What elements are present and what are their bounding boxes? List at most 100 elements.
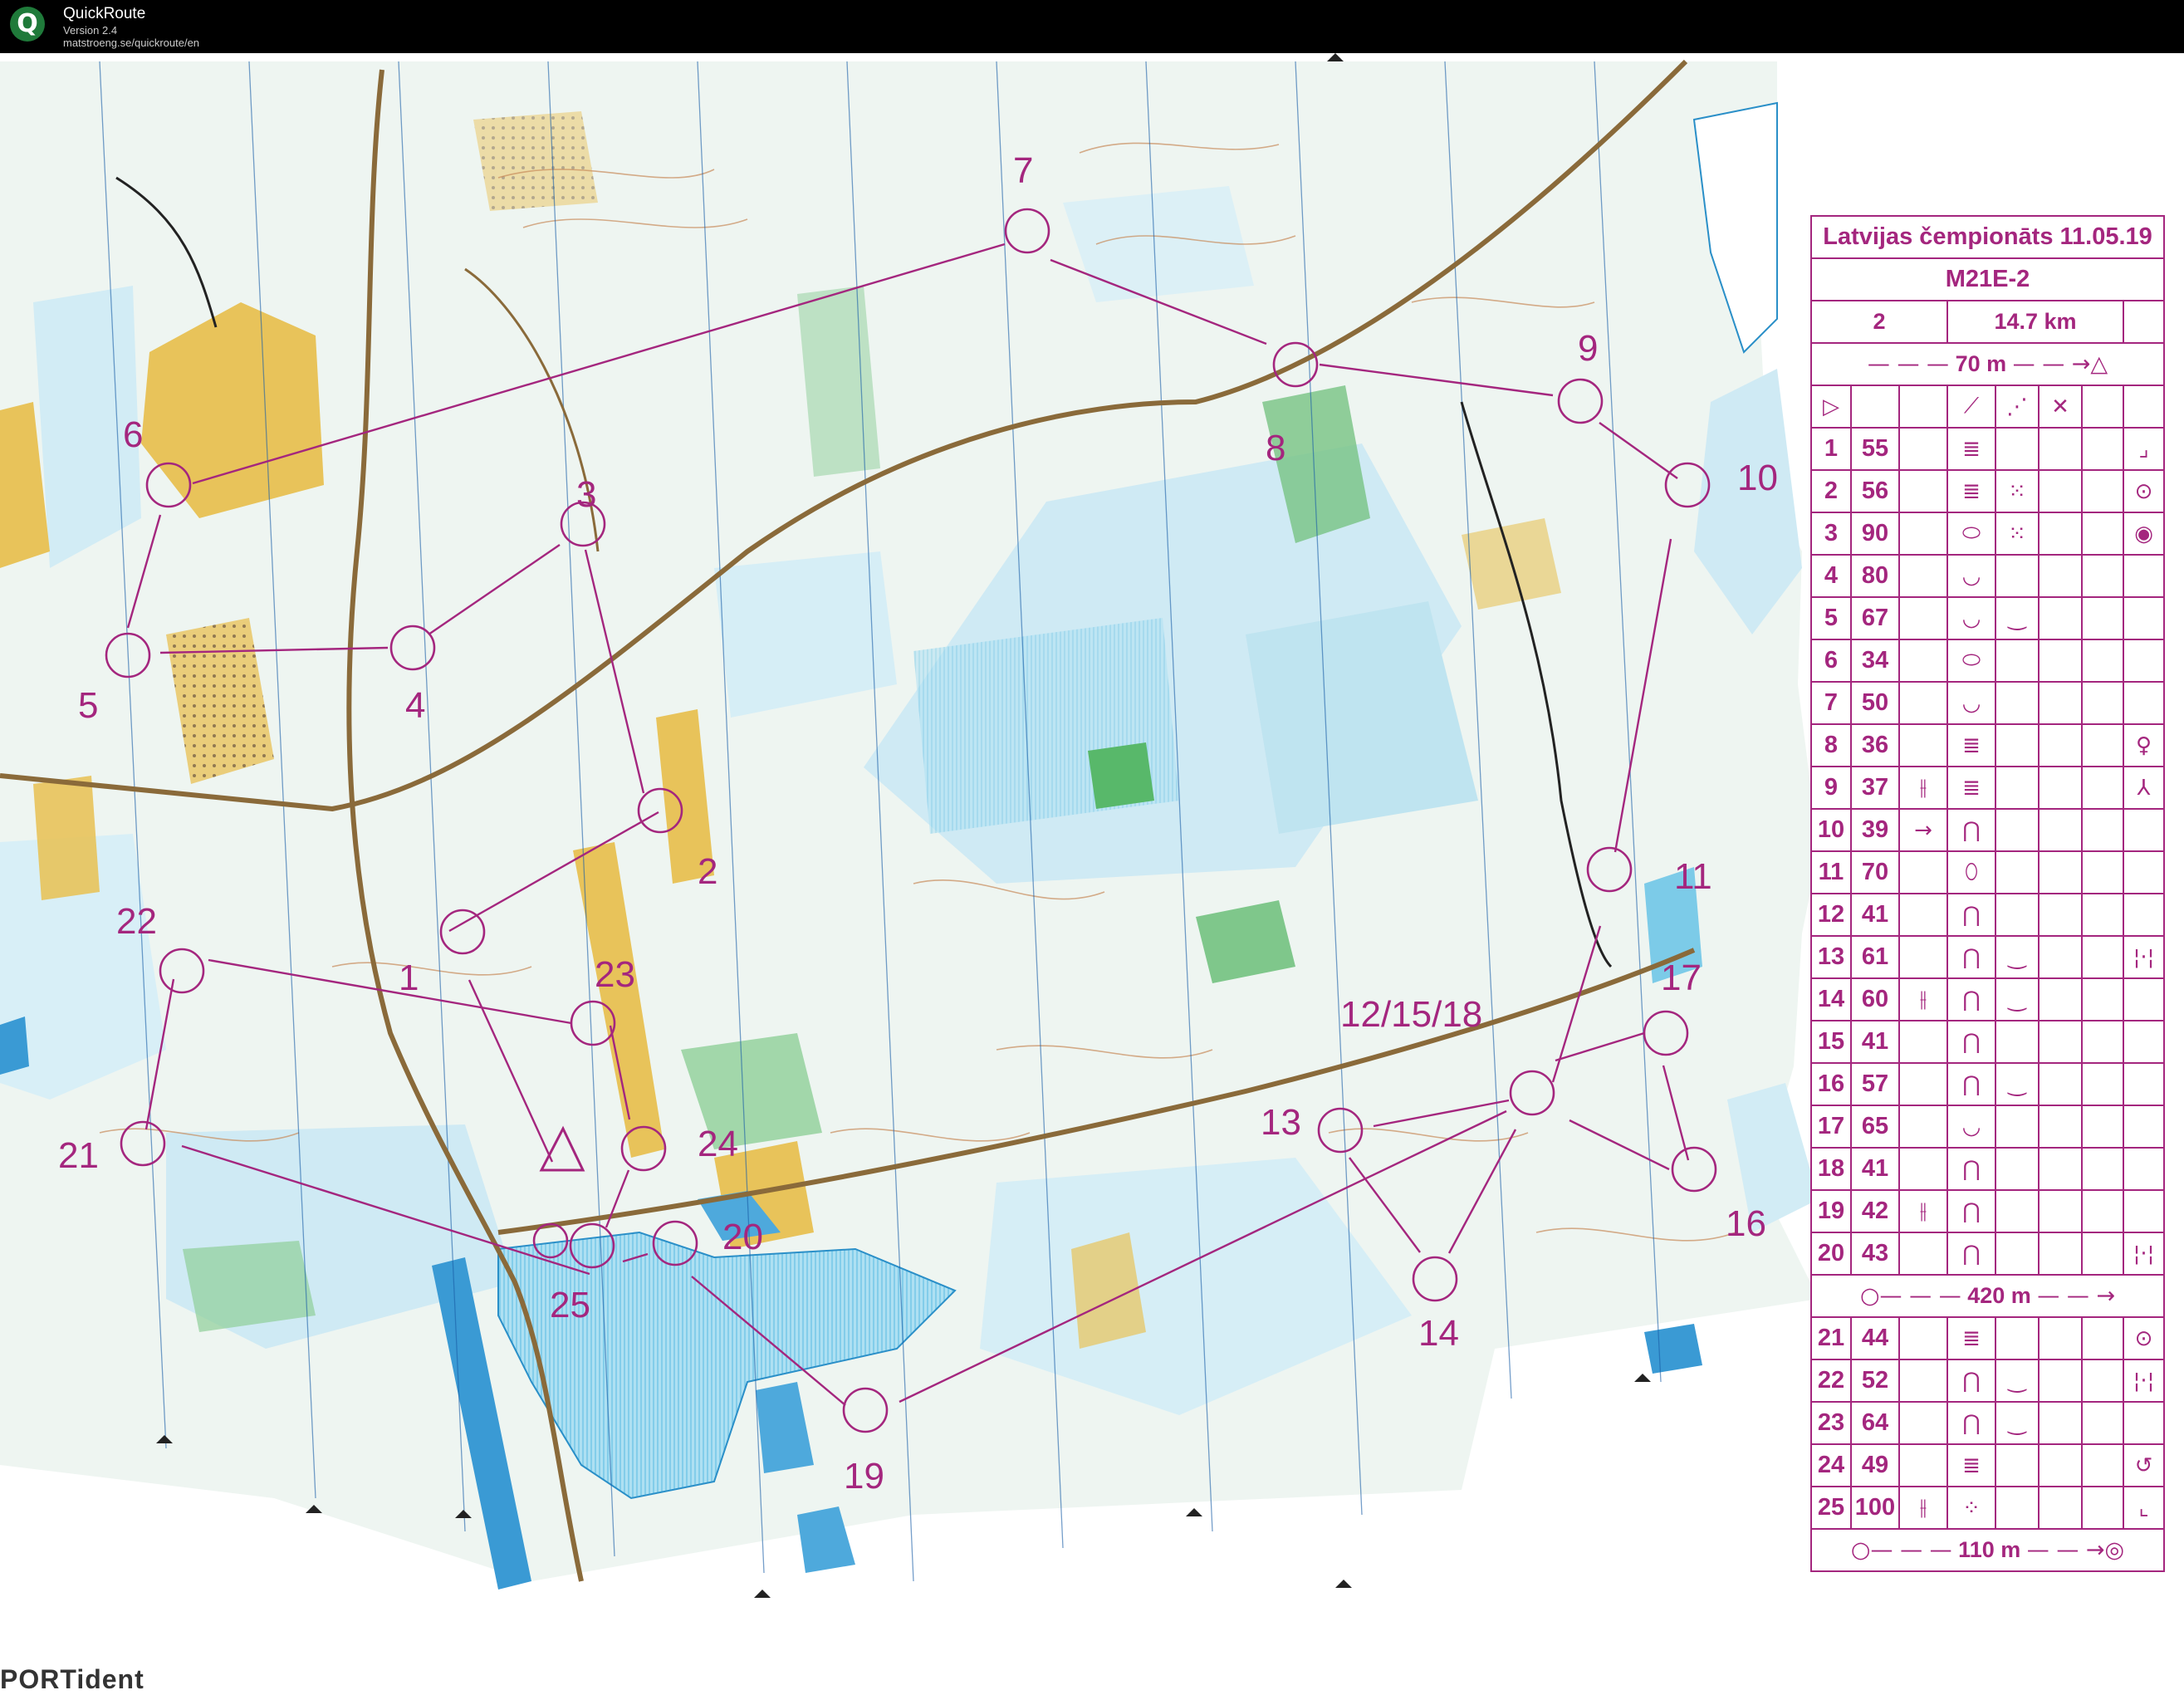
control-symbol: ⌞ xyxy=(2122,1486,2166,1530)
control-symbol: ◡ xyxy=(1947,681,1996,725)
tape-arrow-icon: — — →△ xyxy=(2012,351,2108,377)
control-label-3: 3 xyxy=(576,474,596,515)
control-symbol xyxy=(2081,639,2124,683)
control-symbol xyxy=(1898,512,1948,556)
app-url: matstroeng.se/quickroute/en xyxy=(63,37,200,49)
control-symbol xyxy=(2122,893,2166,937)
control-label-23: 23 xyxy=(595,954,635,995)
control-symbol: ‿ xyxy=(1995,596,2040,640)
control-label-16: 16 xyxy=(1726,1203,1766,1244)
control-symbol xyxy=(1898,639,1948,683)
control-symbol xyxy=(2122,977,2166,1021)
control-symbol xyxy=(2038,596,2083,640)
control-order: 20 xyxy=(1810,1232,1852,1276)
control-symbol xyxy=(2038,1486,2083,1530)
control-symbol xyxy=(2081,469,2124,513)
course-number: 2 xyxy=(1810,300,1948,344)
control-symbol xyxy=(2038,1401,2083,1445)
control-symbol xyxy=(1995,681,2040,725)
control-symbol: ⋂ xyxy=(1947,1147,1996,1191)
control-code: 64 xyxy=(1850,1401,1900,1445)
control-symbol xyxy=(1995,723,2040,767)
control-row: 15 41 ⋂ xyxy=(1810,1020,2166,1064)
control-order: 22 xyxy=(1810,1359,1852,1403)
control-symbol: ⋂ xyxy=(1947,1062,1996,1106)
control-row: 6 34 ⬭ xyxy=(1810,639,2166,683)
control-label-7: 7 xyxy=(1013,150,1033,191)
control-code: 37 xyxy=(1850,766,1900,810)
finish-tape-distance: 110 m xyxy=(1958,1537,2021,1562)
control-code: 34 xyxy=(1850,639,1900,683)
control-row: 18 41 ⋂ xyxy=(1810,1147,2166,1191)
control-symbol: ⋂ xyxy=(1947,1401,1996,1445)
control-symbol xyxy=(1898,1105,1948,1149)
control-symbol xyxy=(1995,1486,2040,1530)
control-order: 2 xyxy=(1810,469,1852,513)
control-symbol xyxy=(1898,1147,1948,1191)
control-code: 57 xyxy=(1850,1062,1900,1106)
control-symbol xyxy=(1995,1147,2040,1191)
control-order: 18 xyxy=(1810,1147,1852,1191)
control-symbol xyxy=(2038,1443,2083,1487)
control-code: 41 xyxy=(1850,893,1900,937)
control-symbol: ≣ xyxy=(1947,1443,1996,1487)
control-row: 7 50 ◡ xyxy=(1810,681,2166,725)
control-symbol xyxy=(1898,850,1948,894)
control-symbol xyxy=(2081,1147,2124,1191)
control-symbol: ‿ xyxy=(1995,1062,2040,1106)
control-symbol: ¦·¦ xyxy=(2122,1232,2166,1276)
circle-icon: ○— — — xyxy=(1859,1283,1961,1309)
control-label-2: 2 xyxy=(698,851,717,892)
control-code: 41 xyxy=(1850,1147,1900,1191)
start-tape: — — — 70 m — — →△ xyxy=(1809,342,2166,386)
control-symbol xyxy=(2081,1232,2124,1276)
control-order: 25 xyxy=(1810,1486,1852,1530)
control-row: 4 80 ◡ xyxy=(1810,554,2166,598)
control-symbol: ‿ xyxy=(1995,935,2040,979)
control-order: 12 xyxy=(1810,893,1852,937)
control-symbol: ⫲ xyxy=(1898,977,1948,1021)
control-label-19: 19 xyxy=(844,1456,884,1497)
control-symbol xyxy=(2081,1189,2124,1233)
control-symbol xyxy=(2122,639,2166,683)
control-row: 16 57 ⋂ ‿ xyxy=(1810,1062,2166,1106)
control-code: 70 xyxy=(1850,850,1900,894)
symbol-header-row: ▷ ⟋ ⋰ ✕ xyxy=(1810,385,2166,429)
control-symbol: ⋂ xyxy=(1947,1359,1996,1403)
control-row: 8 36 ≣ ♀ xyxy=(1810,723,2166,767)
control-symbol xyxy=(2038,639,2083,683)
control-label-5: 5 xyxy=(78,685,98,726)
control-symbol xyxy=(1898,1443,1948,1487)
control-symbol: ⋂ xyxy=(1947,808,1996,852)
control-label-1: 1 xyxy=(399,958,419,998)
control-symbol xyxy=(1898,935,1948,979)
control-symbol xyxy=(2081,977,2124,1021)
control-order: 14 xyxy=(1810,977,1852,1021)
control-symbol: ⋂ xyxy=(1947,1232,1996,1276)
control-symbol: ⬯ xyxy=(1947,850,1996,894)
control-order: 11 xyxy=(1810,850,1852,894)
orienteering-map[interactable]: 1 2 3 4 5 6 7 8 9 10 11 12/15/18 13 14 1… xyxy=(0,53,2184,1694)
control-symbol xyxy=(2038,977,2083,1021)
control-code: 44 xyxy=(1850,1316,1900,1360)
control-label-17: 17 xyxy=(1661,958,1702,998)
control-symbol: ⊙ xyxy=(2122,1316,2166,1360)
control-symbol: ◡ xyxy=(1947,1105,1996,1149)
control-symbol xyxy=(2122,1401,2166,1445)
control-code: 67 xyxy=(1850,596,1900,640)
control-rows-part2: 21 44 ≣ ⊙ 22 52 ⋂ ‿ ¦·¦ 23 64 ⋂ ‿ 24 49 ≣ ↺ 25 100 ⫲ ⁘ ⌞ xyxy=(1810,1316,2166,1530)
control-symbol: ⁘ xyxy=(1947,1486,1996,1530)
control-order: 9 xyxy=(1810,766,1852,810)
control-symbol: ‿ xyxy=(1995,977,2040,1021)
control-symbol xyxy=(1995,893,2040,937)
control-label-11: 11 xyxy=(1674,856,1712,897)
sportident-logo: PORTident xyxy=(0,1664,144,1694)
control-row: 17 65 ◡ xyxy=(1810,1105,2166,1149)
course-climb xyxy=(2122,300,2166,344)
tape-arrow-icon: — — → xyxy=(2037,1283,2116,1309)
control-code: 55 xyxy=(1850,427,1900,471)
app-version: Version 2.4 xyxy=(63,24,118,37)
control-symbol xyxy=(1995,639,2040,683)
control-symbol: ≣ xyxy=(1947,427,1996,471)
control-order: 8 xyxy=(1810,723,1852,767)
